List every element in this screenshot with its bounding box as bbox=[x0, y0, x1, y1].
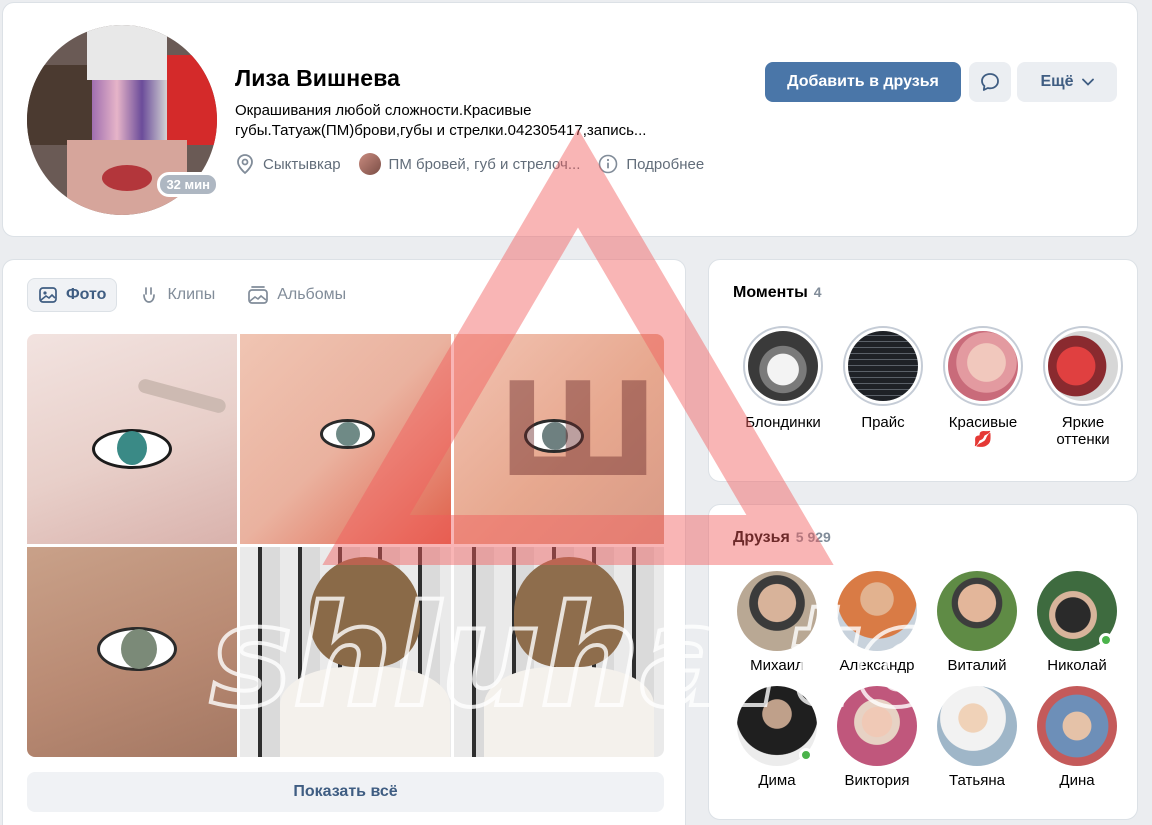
friend-name: Дина bbox=[1059, 772, 1095, 789]
friend-name: Татьяна bbox=[949, 772, 1005, 789]
photo-grid bbox=[27, 334, 664, 757]
profile-name: Лиза Вишнева bbox=[235, 65, 401, 91]
tab-label: Клипы bbox=[167, 286, 216, 303]
moment-label: Красивые 💋 bbox=[948, 414, 1018, 448]
avatar bbox=[737, 571, 817, 651]
friend-name: Дима bbox=[758, 772, 796, 789]
photo-thumb[interactable] bbox=[27, 334, 238, 544]
photo-icon bbox=[39, 287, 57, 303]
friend-item[interactable]: Виталий bbox=[927, 571, 1027, 674]
moment-ring bbox=[943, 326, 1023, 406]
city-item[interactable]: Сыктывкар bbox=[235, 153, 341, 175]
friends-list: Михаил Александр Виталий Николай Дима Ви… bbox=[727, 571, 1127, 789]
moment-ring bbox=[1043, 326, 1123, 406]
city-label: Сыктывкар bbox=[263, 155, 341, 173]
friend-item[interactable]: Дина bbox=[1027, 686, 1127, 789]
photo-thumb[interactable] bbox=[240, 334, 451, 544]
friend-name: Михаил bbox=[750, 657, 804, 674]
avatar bbox=[837, 686, 917, 766]
moment-item[interactable]: Блондинки bbox=[733, 326, 833, 448]
moment-item[interactable]: Красивые 💋 bbox=[933, 326, 1033, 448]
profile-bio: Окрашивания любой сложности.Красивые губ… bbox=[235, 102, 647, 139]
moments-list: Блондинки Прайс Красивые 💋 Яркие оттенки bbox=[733, 326, 1133, 448]
friend-item[interactable]: Николай bbox=[1027, 571, 1127, 674]
photo-thumb[interactable] bbox=[240, 547, 451, 757]
location-icon bbox=[237, 154, 253, 175]
last-seen-badge: 32 мин bbox=[157, 172, 219, 197]
photo-thumb[interactable] bbox=[453, 334, 664, 544]
more-button[interactable]: Ещё bbox=[1017, 62, 1117, 102]
friend-name: Александр bbox=[839, 657, 915, 674]
avatar bbox=[1037, 571, 1117, 651]
moment-item[interactable]: Яркие оттенки bbox=[1033, 326, 1133, 448]
friends-card: Друзья 5 929 Михаил Александр Виталий Ник… bbox=[708, 504, 1138, 820]
photo-thumb[interactable] bbox=[453, 547, 664, 757]
tab-label: Альбомы bbox=[277, 286, 347, 303]
photos-card: Фото Клипы Альбомы Показать всё bbox=[2, 259, 686, 825]
friend-item[interactable]: Дима bbox=[727, 686, 827, 789]
friends-count: 5 929 bbox=[795, 529, 831, 545]
avatar bbox=[1037, 686, 1117, 766]
moments-title: Моменты bbox=[733, 284, 808, 301]
moments-header[interactable]: Моменты 4 bbox=[733, 284, 822, 302]
avatar bbox=[937, 686, 1017, 766]
moments-count: 4 bbox=[813, 284, 822, 300]
info-icon bbox=[599, 154, 618, 174]
moment-label: Яркие оттенки bbox=[1056, 414, 1110, 448]
online-indicator bbox=[1099, 633, 1113, 647]
tab-clips[interactable]: Клипы bbox=[129, 278, 225, 312]
friend-item[interactable]: Михаил bbox=[727, 571, 827, 674]
tab-albums[interactable]: Альбомы bbox=[237, 278, 356, 312]
friend-name: Виталий bbox=[947, 657, 1007, 674]
photo-thumb[interactable] bbox=[27, 547, 238, 757]
moments-card: Моменты 4 Блондинки Прайс Красивые 💋 Ярки… bbox=[708, 259, 1138, 482]
show-all-button[interactable]: Показать всё bbox=[27, 772, 664, 812]
friends-title: Друзья bbox=[733, 529, 790, 546]
add-friend-button[interactable]: Добавить в друзья bbox=[765, 62, 961, 102]
friend-name: Виктория bbox=[844, 772, 910, 789]
profile-header: 32 мин Лиза Вишнева Окрашивания любой сл… bbox=[2, 2, 1138, 237]
profile-meta: Сыктывкар ПМ бровей, губ и стрелоч... По… bbox=[235, 153, 722, 175]
group-label: ПМ бровей, губ и стрелоч... bbox=[388, 155, 581, 173]
group-item[interactable]: ПМ бровей, губ и стрелоч... bbox=[358, 153, 581, 175]
moment-ring bbox=[743, 326, 823, 406]
group-avatar bbox=[358, 153, 381, 175]
avatar bbox=[937, 571, 1017, 651]
moment-item[interactable]: Прайс bbox=[833, 326, 933, 448]
friend-item[interactable]: Татьяна bbox=[927, 686, 1027, 789]
moment-label: Блондинки bbox=[745, 414, 821, 431]
details-link[interactable]: Подробнее bbox=[598, 154, 704, 174]
profile-avatar[interactable]: 32 мин bbox=[27, 25, 219, 215]
avatar bbox=[737, 686, 817, 766]
message-icon bbox=[981, 73, 999, 91]
avatar bbox=[837, 571, 917, 651]
chevron-down-icon bbox=[1081, 78, 1094, 86]
tab-label: Фото bbox=[66, 286, 107, 303]
message-button[interactable] bbox=[969, 62, 1011, 102]
friends-header[interactable]: Друзья 5 929 bbox=[733, 529, 831, 547]
more-label: Ещё bbox=[1040, 73, 1074, 90]
moment-ring bbox=[843, 326, 923, 406]
moment-label: Прайс bbox=[861, 414, 905, 431]
friend-item[interactable]: Александр bbox=[827, 571, 927, 674]
online-indicator bbox=[799, 748, 813, 762]
tab-photos[interactable]: Фото bbox=[27, 278, 118, 312]
photo-tabs: Фото Клипы Альбомы bbox=[27, 278, 368, 312]
friend-name: Николай bbox=[1047, 657, 1107, 674]
albums-icon bbox=[248, 286, 269, 304]
details-label: Подробнее bbox=[626, 155, 705, 173]
friend-item[interactable]: Виктория bbox=[827, 686, 927, 789]
clips-icon bbox=[143, 287, 156, 303]
